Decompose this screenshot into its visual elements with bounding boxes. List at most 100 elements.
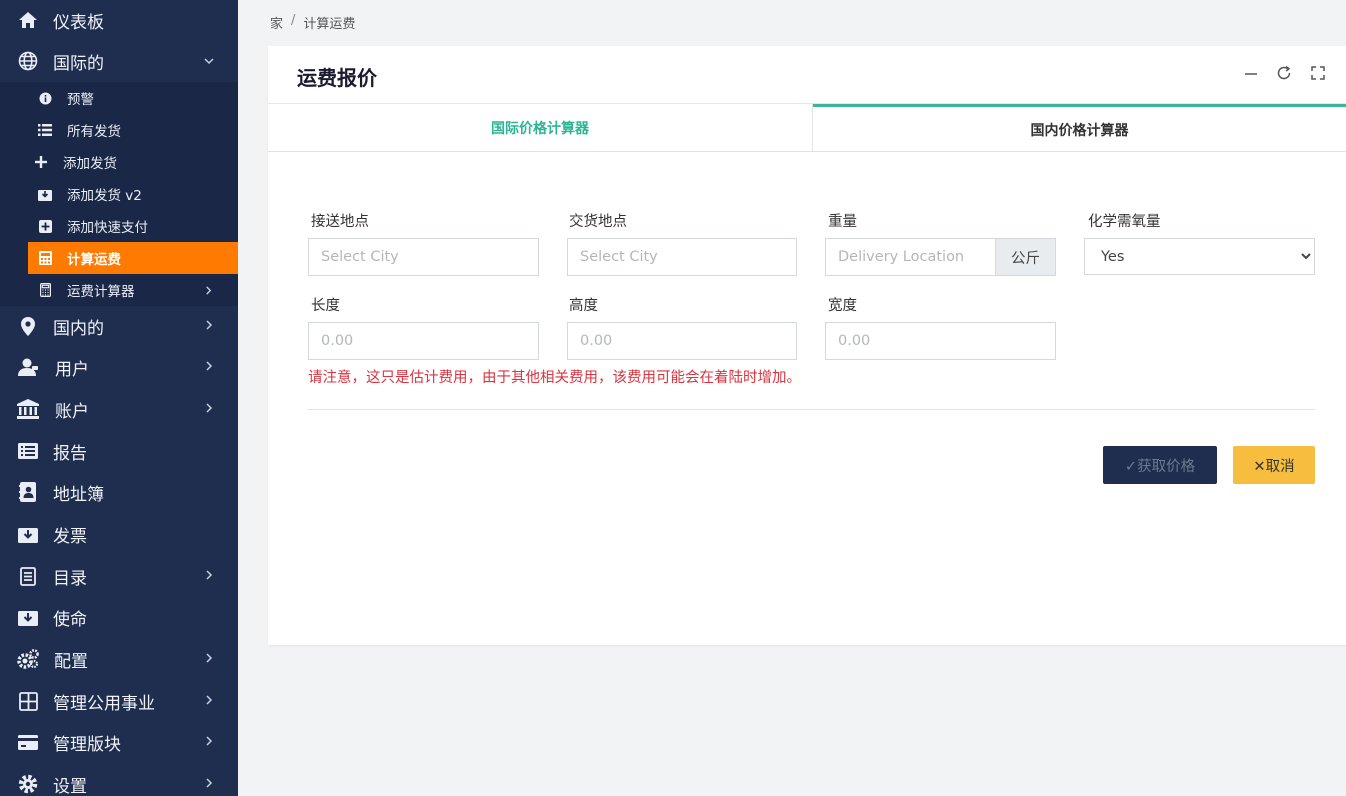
info-circle-icon xyxy=(37,90,53,106)
sidebar-item-accounts[interactable]: 账户 xyxy=(0,389,238,429)
sidebar-item-manage-utilities[interactable]: 管理公用事业 xyxy=(0,681,238,721)
plus-icon xyxy=(33,154,49,170)
inbox-download-icon xyxy=(37,186,53,202)
chevron-right-icon xyxy=(206,361,213,371)
sidebar-item-invoices[interactable]: 发票 xyxy=(0,514,238,554)
credit-card-icon xyxy=(17,731,39,753)
tab-domestic-calculator[interactable]: 国内价格计算器 xyxy=(813,104,1346,152)
sidebar-subitem-label: 添加发货 xyxy=(63,156,117,172)
sidebar-item-domestic[interactable]: 国内的 xyxy=(0,306,238,346)
weight-label: 重量 xyxy=(828,214,857,230)
sidebar-item-label: 国内的 xyxy=(53,318,104,339)
sidebar-item-label: 报告 xyxy=(53,443,87,464)
sidebar-item-manage-blocks[interactable]: 管理版块 xyxy=(0,722,238,762)
sidebar-subitem-label: 计算运费 xyxy=(67,252,121,268)
divider xyxy=(308,409,1315,410)
sidebar-item-configuration[interactable]: 配置 xyxy=(0,639,238,679)
cancel-button[interactable]: ✕取消 xyxy=(1233,446,1315,484)
sidebar-subitem-calculate-freight[interactable]: 计算运费 xyxy=(28,242,238,274)
height-input[interactable] xyxy=(567,322,797,360)
sidebar-item-mission[interactable]: 使命 xyxy=(0,597,238,637)
freight-quote-card: 运费报价 国际价格计算器 国内价格计算器 接送地点 交货地点 重量 公斤 化学需… xyxy=(268,46,1346,645)
sidebar-subitem-label: 预警 xyxy=(67,92,94,108)
globe-icon xyxy=(17,50,39,72)
sidebar-item-label: 管理公用事业 xyxy=(53,693,155,714)
sidebar-subitem-freight-calculator[interactable]: 运费计算器 xyxy=(28,274,238,306)
calculator-tabs: 国际价格计算器 国内价格计算器 xyxy=(268,104,1346,152)
refresh-icon[interactable] xyxy=(1276,65,1292,81)
sidebar-subitem-label: 运费计算器 xyxy=(67,284,135,300)
sidebar-item-international[interactable]: 国际的 xyxy=(0,41,238,81)
sidebar-subitem-add-shipment-v2[interactable]: 添加发货 v2 xyxy=(28,178,238,210)
cogs-icon xyxy=(17,648,39,670)
sidebar-item-label: 用户 xyxy=(55,359,89,380)
chevron-right-icon xyxy=(206,320,213,330)
calculator-outline-icon xyxy=(37,282,53,298)
sidebar-item-catalog[interactable]: 目录 xyxy=(0,556,238,596)
sidebar-item-users[interactable]: 用户 xyxy=(0,347,238,387)
user-icon xyxy=(17,356,39,378)
file-text-icon xyxy=(17,565,39,587)
chevron-right-icon xyxy=(206,286,212,295)
breadcrumb-separator: / xyxy=(291,13,296,28)
grid-icon xyxy=(17,690,39,712)
sidebar-item-label: 管理版块 xyxy=(53,734,121,755)
width-label: 宽度 xyxy=(828,298,857,314)
chevron-down-icon xyxy=(204,58,214,65)
card-header: 运费报价 xyxy=(268,46,1346,104)
sidebar-item-label: 配置 xyxy=(54,651,88,672)
estimate-warning-note: 请注意，这只是估计费用，由于其他相关费用，该费用可能会在着陆时增加。 xyxy=(308,370,801,386)
inbox-download-icon xyxy=(17,523,39,545)
address-book-icon xyxy=(17,481,39,503)
sidebar-item-label: 仪表板 xyxy=(53,12,104,33)
sidebar-item-label: 设置 xyxy=(53,776,87,796)
chevron-right-icon xyxy=(206,736,213,746)
calculator-icon xyxy=(37,250,53,266)
cod-label: 化学需氧量 xyxy=(1088,214,1161,230)
cod-select[interactable]: Yes xyxy=(1084,238,1315,275)
gear-icon xyxy=(17,773,39,795)
chevron-right-icon xyxy=(206,653,213,663)
sidebar-item-address-book[interactable]: 地址簿 xyxy=(0,472,238,512)
delivery-city-input[interactable] xyxy=(567,238,797,276)
get-price-button[interactable]: ✓获取价格 xyxy=(1103,446,1217,484)
pickup-label: 接送地点 xyxy=(311,214,369,230)
minimize-icon[interactable] xyxy=(1243,65,1259,81)
page-title: 运费报价 xyxy=(297,66,377,90)
sidebar-subitem-add-shipment[interactable]: 添加发货 xyxy=(28,146,238,178)
pickup-city-input[interactable] xyxy=(308,238,539,276)
map-marker-icon xyxy=(17,315,39,337)
breadcrumb-current: 计算运费 xyxy=(303,17,356,32)
list-icon xyxy=(37,122,53,138)
sidebar-item-reports[interactable]: 报告 xyxy=(0,431,238,471)
width-input[interactable] xyxy=(825,322,1056,360)
breadcrumb: 家 / 计算运费 xyxy=(270,13,355,32)
chevron-right-icon xyxy=(206,403,213,413)
sidebar-item-dashboard[interactable]: 仪表板 xyxy=(0,0,238,40)
chevron-right-icon xyxy=(206,778,213,788)
sidebar-subitem-all-shipments[interactable]: 所有发货 xyxy=(28,114,238,146)
sidebar-item-label: 目录 xyxy=(53,568,87,589)
home-icon xyxy=(17,9,39,31)
sidebar-item-label: 发票 xyxy=(53,526,87,547)
sidebar-subitem-label: 添加快速支付 xyxy=(67,220,148,236)
bank-icon xyxy=(17,398,39,420)
breadcrumb-home-link[interactable]: 家 xyxy=(270,13,283,32)
sidebar-subitem-label: 所有发货 xyxy=(67,124,121,140)
list-alt-icon xyxy=(17,440,39,462)
delivery-label: 交货地点 xyxy=(569,214,627,230)
inbox-download-icon xyxy=(17,606,39,628)
fullscreen-icon[interactable] xyxy=(1310,65,1326,81)
tab-international-calculator[interactable]: 国际价格计算器 xyxy=(268,104,813,152)
sidebar-subitem-add-quick-payment[interactable]: 添加快速支付 xyxy=(28,210,238,242)
sidebar-item-settings[interactable]: 设置 xyxy=(0,764,238,796)
sidebar-subitem-alerts[interactable]: 预警 xyxy=(28,82,238,114)
sidebar-item-label: 使命 xyxy=(53,609,87,630)
weight-input[interactable] xyxy=(825,238,996,276)
sidebar: 仪表板 国际的 预警 所有发货 添加发货 添加发货 v2 添加快速支付 计算运费… xyxy=(0,0,238,796)
weight-unit-addon: 公斤 xyxy=(996,238,1056,276)
length-label: 长度 xyxy=(311,298,340,314)
plus-square-icon xyxy=(37,218,53,234)
sidebar-item-label: 国际的 xyxy=(53,53,104,74)
length-input[interactable] xyxy=(308,322,539,360)
